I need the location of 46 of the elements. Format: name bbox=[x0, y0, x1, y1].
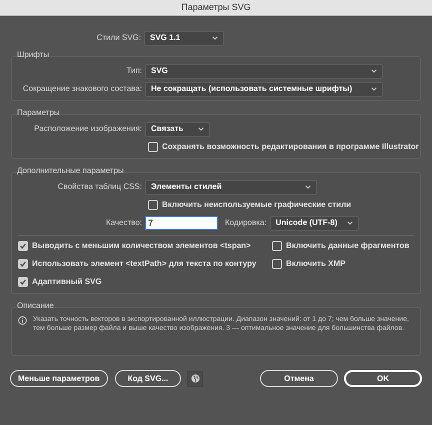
checkbox[interactable] bbox=[18, 259, 28, 269]
caret-icon bbox=[198, 127, 204, 131]
group-title: Параметры bbox=[16, 107, 61, 119]
dropdown[interactable]: Не сокращать (использовать системные шрифты) bbox=[145, 82, 383, 96]
field-label: Сокращение знакового состава: bbox=[22, 83, 142, 95]
cancel-button[interactable]: Отмена bbox=[260, 370, 338, 387]
checkbox-label: Включить неиспользуемые графические стили bbox=[162, 199, 352, 211]
checkbox[interactable] bbox=[18, 241, 28, 251]
checkbox-label: Сохранять возможность редактирования в программе Illustrator bbox=[162, 141, 419, 153]
checkbox[interactable] bbox=[148, 200, 158, 210]
checkbox-label: Включить XMP bbox=[286, 258, 346, 270]
field-label: Стили SVG: bbox=[96, 32, 141, 44]
window-title: Параметры SVG bbox=[181, 0, 251, 14]
quality-field[interactable]: 7 bbox=[145, 216, 218, 230]
less-options-button[interactable]: Меньше параметров bbox=[10, 370, 108, 387]
checkbox[interactable] bbox=[272, 259, 282, 269]
field-label: Кодировка: bbox=[225, 217, 267, 229]
caret-icon bbox=[212, 36, 218, 40]
dropdown[interactable]: SVG 1.1 bbox=[144, 30, 224, 46]
group-title: Шрифты bbox=[16, 49, 50, 61]
group-title: Дополнительные параметры bbox=[16, 165, 125, 177]
field-label: Расположение изображения: bbox=[34, 123, 142, 135]
dropdown[interactable]: SVG bbox=[145, 64, 383, 78]
checkbox-label: Выводить с меньшим количеством элементов <tspan> bbox=[32, 240, 251, 252]
checkbox[interactable] bbox=[18, 277, 28, 287]
dropdown[interactable]: Unicode (UTF-8) bbox=[270, 216, 359, 230]
dropdown[interactable]: Связать bbox=[145, 122, 210, 136]
caret-icon bbox=[305, 185, 311, 189]
caret-icon bbox=[371, 87, 377, 91]
checkbox-label: Включить данные фрагментов bbox=[286, 240, 410, 252]
group-title: Описание bbox=[16, 300, 55, 312]
caret-icon bbox=[346, 221, 353, 225]
checkbox[interactable] bbox=[272, 241, 282, 251]
info-icon bbox=[18, 316, 27, 325]
svg-code-button[interactable]: Код SVG... bbox=[114, 370, 182, 387]
caret-icon bbox=[371, 69, 377, 73]
ok-button[interactable]: OK bbox=[344, 370, 422, 387]
checkbox-label: Использовать элемент <textPath> для текста по контуру bbox=[32, 258, 256, 270]
field-label: Свойства таблиц CSS: bbox=[58, 181, 142, 193]
field-label: Качество: bbox=[106, 217, 142, 229]
globe-button[interactable] bbox=[187, 370, 204, 386]
dropdown[interactable]: Элементы стилей bbox=[145, 180, 317, 194]
checkbox-label: Адаптивный SVG bbox=[32, 276, 102, 288]
field-label: Тип: bbox=[126, 65, 142, 77]
globe-icon bbox=[190, 374, 200, 383]
checkbox[interactable] bbox=[148, 142, 158, 152]
